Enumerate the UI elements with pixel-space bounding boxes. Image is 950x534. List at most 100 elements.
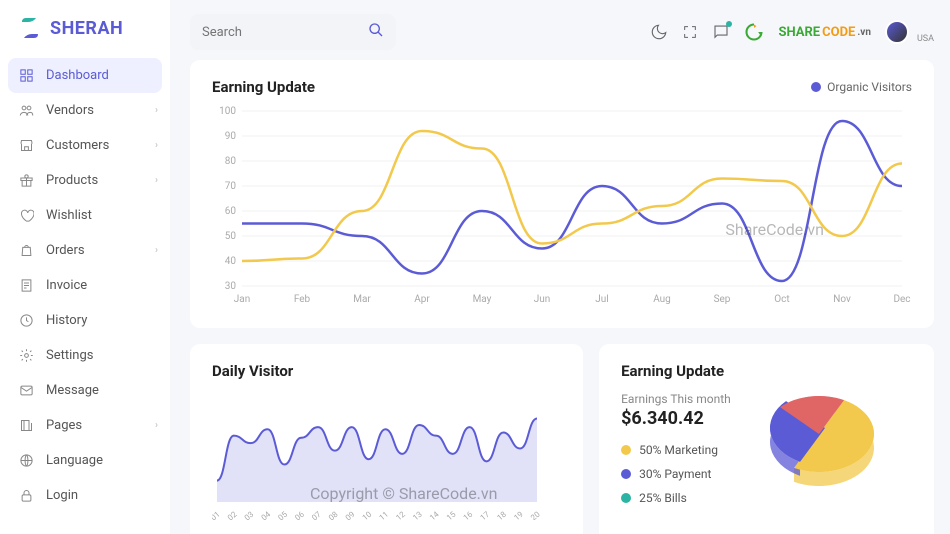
search-icon[interactable] xyxy=(368,22,384,42)
svg-text:Jan: Jan xyxy=(234,294,250,305)
svg-text:30: 30 xyxy=(225,281,237,292)
svg-text:Mar: Mar xyxy=(353,294,371,305)
sidebar-item-wishlist[interactable]: Wishlist xyxy=(0,198,170,233)
sidebar-item-label: Login xyxy=(46,488,78,503)
fullscreen-icon[interactable] xyxy=(682,24,698,40)
user-location: USA xyxy=(917,34,934,44)
legend-dot-icon xyxy=(621,445,631,455)
pie-legend-item: 50% Marketing xyxy=(621,443,731,457)
svg-text:19: 19 xyxy=(512,510,525,520)
sidebar-item-orders[interactable]: Orders› xyxy=(0,233,170,268)
legend-label: Organic Visitors xyxy=(827,80,912,94)
svg-text:Oct: Oct xyxy=(774,294,789,305)
svg-text:Apr: Apr xyxy=(414,294,430,305)
card-title: Daily Visitor xyxy=(212,362,561,380)
legend-label: 50% Marketing xyxy=(639,443,718,457)
sidebar-item-settings[interactable]: Settings xyxy=(0,338,170,373)
svg-text:80: 80 xyxy=(225,156,237,167)
svg-text:Jul: Jul xyxy=(595,294,608,305)
sidebar-item-login[interactable]: Login xyxy=(0,478,170,513)
sidebar-item-label: Message xyxy=(46,383,99,398)
svg-text:Feb: Feb xyxy=(294,294,311,305)
sidebar-item-label: Settings xyxy=(46,348,93,363)
sidebar-item-label: Language xyxy=(46,453,103,468)
brand-name: SHERAH xyxy=(50,18,123,39)
svg-text:May: May xyxy=(473,294,492,305)
sidebar-item-message[interactable]: Message xyxy=(0,373,170,408)
svg-text:16: 16 xyxy=(462,509,475,520)
sidebar-item-label: Customers xyxy=(46,138,109,153)
svg-text:Sep: Sep xyxy=(714,294,731,305)
sidebar-item-pages[interactable]: Pages› xyxy=(0,408,170,443)
grid-icon xyxy=(18,68,34,83)
search-input[interactable] xyxy=(202,25,368,40)
svg-text:09: 09 xyxy=(344,510,357,520)
pie-legend-item: 30% Payment xyxy=(621,467,731,481)
chevron-right-icon: › xyxy=(155,140,158,151)
svg-text:08: 08 xyxy=(327,509,340,520)
sharecode-refresh-icon xyxy=(744,22,764,42)
svg-text:50: 50 xyxy=(225,231,237,242)
search-box[interactable] xyxy=(190,14,396,50)
svg-text:Jun: Jun xyxy=(534,294,551,305)
svg-text:01: 01 xyxy=(212,510,222,520)
sidebar-item-customers[interactable]: Customers › xyxy=(0,128,170,163)
sidebar-item-history[interactable]: History xyxy=(0,303,170,338)
earnings-value: $6.340.42 xyxy=(621,408,731,429)
logo-icon xyxy=(18,16,42,40)
daily-visitor-chart: 0102030405060708091011121314151617181920 xyxy=(212,390,542,520)
svg-text:10: 10 xyxy=(361,509,374,520)
legend-label: 30% Payment xyxy=(639,467,711,481)
msg-icon xyxy=(18,383,34,398)
sidebar-item-label: History xyxy=(46,313,87,328)
card-title: Earning Update xyxy=(621,362,731,380)
earnings-label: Earnings This month xyxy=(621,392,731,406)
svg-text:06: 06 xyxy=(293,509,306,520)
chevron-right-icon: › xyxy=(155,245,158,256)
svg-text:20: 20 xyxy=(529,509,542,520)
sidebar-item-language[interactable]: Language xyxy=(0,443,170,478)
pages-icon xyxy=(18,418,34,433)
avatar[interactable] xyxy=(885,20,909,44)
invoice-icon xyxy=(18,278,34,293)
svg-text:03: 03 xyxy=(243,510,256,520)
svg-text:40: 40 xyxy=(225,256,237,267)
svg-text:11: 11 xyxy=(377,510,390,520)
sidebar: SHERAH DashboardVendors›Customers›Produc… xyxy=(0,0,170,534)
svg-text:Nov: Nov xyxy=(833,294,851,305)
svg-text:18: 18 xyxy=(495,509,508,520)
gear-icon xyxy=(18,348,34,363)
svg-text:14: 14 xyxy=(428,509,441,520)
nav: DashboardVendors›Customers›Products›Wish… xyxy=(0,58,170,513)
sidebar-item-vendors[interactable]: Vendors› xyxy=(0,93,170,128)
card-title: Earning Update xyxy=(212,78,315,96)
sidebar-item-dashboard[interactable]: Dashboard xyxy=(8,58,162,93)
chevron-right-icon: › xyxy=(155,105,158,116)
svg-text:13: 13 xyxy=(411,510,424,520)
sidebar-item-label: Wishlist xyxy=(46,208,92,223)
svg-text:15: 15 xyxy=(445,509,458,520)
store-icon xyxy=(18,138,34,153)
svg-text:17: 17 xyxy=(479,509,492,520)
sidebar-item-invoice[interactable]: Invoice xyxy=(0,268,170,303)
gift-icon xyxy=(18,173,34,188)
sidebar-item-label: Dashboard xyxy=(46,68,109,83)
chat-icon[interactable] xyxy=(712,23,730,41)
sidebar-item-label: Pages xyxy=(46,418,82,433)
legend-dot-icon xyxy=(621,493,631,503)
topbar: SHARECODE.vn USA xyxy=(170,0,950,60)
chevron-right-icon: › xyxy=(155,175,158,186)
notification-dot xyxy=(726,21,732,27)
svg-text:70: 70 xyxy=(225,181,237,192)
sidebar-item-products[interactable]: Products› xyxy=(0,163,170,198)
svg-text:90: 90 xyxy=(225,131,237,142)
legend-dot-icon xyxy=(621,469,631,479)
dark-mode-icon[interactable] xyxy=(650,23,668,41)
users-icon xyxy=(18,103,34,118)
heart-icon xyxy=(18,208,34,223)
brand-logo[interactable]: SHERAH xyxy=(0,10,170,58)
chart-legend: Organic Visitors xyxy=(811,80,912,94)
svg-text:04: 04 xyxy=(260,509,273,520)
svg-text:Aug: Aug xyxy=(653,294,671,305)
sidebar-item-label: Invoice xyxy=(46,278,87,293)
